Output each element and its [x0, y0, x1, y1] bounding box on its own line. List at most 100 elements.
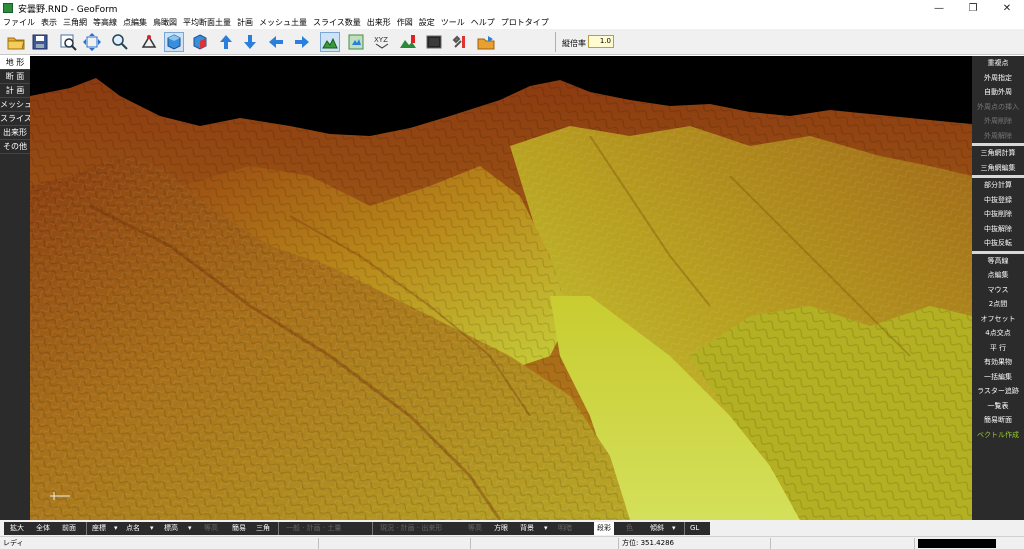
menu-tools[interactable]: ツール — [438, 17, 468, 28]
pan-icon[interactable] — [82, 32, 102, 52]
btn-group-disabled-1[interactable]: 一般 · 計画 · 土量 — [286, 522, 341, 535]
menu-file[interactable]: ファイル — [0, 17, 38, 28]
menu-contour[interactable]: 等高線 — [90, 17, 120, 28]
export-folder-icon[interactable] — [476, 32, 496, 52]
terrain-3d-view[interactable] — [30, 56, 972, 520]
dropdown-coords[interactable]: 座標 — [92, 522, 106, 535]
btn-mouse[interactable]: マウス — [972, 283, 1024, 298]
left-tab-asbuilt[interactable]: 出来形 — [0, 126, 30, 140]
screen-icon[interactable] — [424, 32, 444, 52]
minimize-button[interactable]: — — [922, 0, 956, 16]
btn-grid[interactable]: 方眼 — [494, 522, 508, 535]
menu-avg-section[interactable]: 平均断面土量 — [180, 17, 234, 28]
terrain-view-icon[interactable] — [320, 32, 340, 52]
btn-simple[interactable]: 簡易 — [232, 522, 246, 535]
btn-contour-disabled-2[interactable]: 等高 — [468, 522, 482, 535]
btn-duplicate-points[interactable]: 重複点 — [972, 56, 1024, 71]
terrain-section-icon[interactable] — [398, 32, 418, 52]
btn-list[interactable]: 一覧表 — [972, 399, 1024, 414]
btn-boundary-specify[interactable]: 外周指定 — [972, 71, 1024, 86]
menu-settings[interactable]: 設定 — [416, 17, 438, 28]
xyz-icon[interactable]: XYZ — [372, 32, 392, 52]
arrow-right-icon[interactable] — [292, 32, 312, 52]
btn-contour[interactable]: 等高線 — [972, 254, 1024, 269]
left-tab-terrain[interactable]: 地 形 — [0, 56, 30, 70]
btn-tin-compute[interactable]: 三角網計算 — [972, 146, 1024, 161]
left-tab-section[interactable]: 断 面 — [0, 70, 30, 84]
btn-two-points[interactable]: 2点間 — [972, 297, 1024, 312]
btn-batch-edit[interactable]: 一括編集 — [972, 370, 1024, 385]
zoom-icon[interactable] — [110, 32, 130, 52]
left-tab-slice[interactable]: スライス — [0, 112, 32, 126]
btn-color-band[interactable]: 段彩 — [594, 522, 614, 535]
menu-prototype[interactable]: プロトタイプ — [498, 17, 552, 28]
dropdown-point-name[interactable]: 点名 — [126, 522, 140, 535]
menu-help[interactable]: ヘルプ — [468, 17, 498, 28]
dropdown-elevation[interactable]: 標高 — [164, 522, 178, 535]
btn-hole-invert[interactable]: 中抜反転 — [972, 236, 1024, 251]
chevron-down-icon[interactable]: ▾ — [544, 522, 548, 535]
btn-shade-disabled[interactable]: 明暗 — [558, 522, 572, 535]
menu-view[interactable]: 表示 — [38, 17, 60, 28]
btn-vector-create[interactable]: ベクトル作成 — [972, 428, 1024, 443]
menu-slice[interactable]: スライス数量 — [310, 17, 364, 28]
rotate-terrain-icon[interactable] — [346, 32, 366, 52]
btn-whole[interactable]: 全体 — [36, 522, 50, 535]
chevron-down-icon[interactable]: ▾ — [114, 522, 118, 535]
left-tab-mesh[interactable]: メッシュ — [0, 98, 32, 112]
chevron-down-icon[interactable]: ▾ — [188, 522, 192, 535]
left-tab-other[interactable]: その他 — [0, 140, 30, 154]
arrow-left-icon[interactable] — [266, 32, 286, 52]
btn-gl[interactable]: GL — [690, 522, 699, 535]
menu-tin[interactable]: 三角網 — [60, 17, 90, 28]
window-title: 安曇野.RND - GeoForm — [18, 4, 118, 15]
btn-four-point-intersect[interactable]: 4点交点 — [972, 326, 1024, 341]
btn-tin-edit[interactable]: 三角網編集 — [972, 161, 1024, 176]
btn-partial-compute[interactable]: 部分計算 — [972, 178, 1024, 193]
btn-offset[interactable]: オフセット — [972, 312, 1024, 327]
dropdown-background[interactable]: 背景 — [520, 522, 534, 535]
dropdown-slope[interactable]: 傾斜 — [650, 522, 664, 535]
btn-raster-trace[interactable]: ラスター追跡 — [972, 384, 1024, 399]
arrow-up-icon[interactable] — [216, 32, 236, 52]
cube-3d-icon[interactable] — [164, 32, 184, 52]
btn-auto-boundary[interactable]: 自動外周 — [972, 85, 1024, 100]
menu-drawing[interactable]: 作図 — [394, 17, 416, 28]
close-button[interactable]: ✕ — [990, 0, 1024, 16]
vertical-scale-input[interactable]: 1.0 — [588, 35, 614, 48]
btn-parallel[interactable]: 平 行 — [972, 341, 1024, 356]
measure-icon[interactable] — [140, 32, 160, 52]
maximize-button[interactable]: ❐ — [956, 0, 990, 16]
btn-point-edit[interactable]: 点編集 — [972, 268, 1024, 283]
btn-simple-section[interactable]: 簡易断面 — [972, 413, 1024, 428]
btn-hole-delete[interactable]: 中抜削除 — [972, 207, 1024, 222]
btn-color-disabled[interactable]: 色 — [626, 522, 633, 535]
cube-red-icon[interactable] — [190, 32, 210, 52]
btn-boundary-delete[interactable]: 外周削除 — [972, 114, 1024, 129]
zoom-window-icon[interactable] — [58, 32, 78, 52]
btn-contour-disabled[interactable]: 等高 — [204, 522, 218, 535]
menu-bar: ファイル 表示 三角網 等高線 点編集 鳥瞰図 平均断面土量 計画 メッシュ土量… — [0, 16, 1024, 29]
btn-hole-release[interactable]: 中抜解除 — [972, 222, 1024, 237]
status-bar: レディ 方位: 351.4286 — [0, 536, 1024, 549]
btn-group-disabled-2[interactable]: 現況 · 計画 · 出来形 — [380, 522, 442, 535]
chevron-down-icon[interactable]: ▾ — [672, 522, 676, 535]
btn-hole-register[interactable]: 中抜登録 — [972, 193, 1024, 208]
btn-boundary-release[interactable]: 外周解除 — [972, 129, 1024, 144]
menu-birdseye[interactable]: 鳥瞰図 — [150, 17, 180, 28]
menu-asbuilt[interactable]: 出来形 — [364, 17, 394, 28]
btn-effective[interactable]: 有効果物 — [972, 355, 1024, 370]
settings-tools-icon[interactable] — [450, 32, 470, 52]
menu-plan[interactable]: 計画 — [234, 17, 256, 28]
save-icon[interactable] — [30, 32, 50, 52]
left-tab-plan[interactable]: 計 画 — [0, 84, 30, 98]
open-folder-icon[interactable] — [6, 32, 26, 52]
btn-triangle[interactable]: 三角 — [256, 522, 270, 535]
menu-mesh-volume[interactable]: メッシュ土量 — [256, 17, 310, 28]
btn-boundary-insert[interactable]: 外周点の挿入 — [972, 100, 1024, 115]
chevron-down-icon[interactable]: ▾ — [150, 522, 154, 535]
btn-zoom-in[interactable]: 拡大 — [10, 522, 24, 535]
btn-previous[interactable]: 前面 — [62, 522, 76, 535]
arrow-down-icon[interactable] — [240, 32, 260, 52]
menu-point-edit[interactable]: 点編集 — [120, 17, 150, 28]
